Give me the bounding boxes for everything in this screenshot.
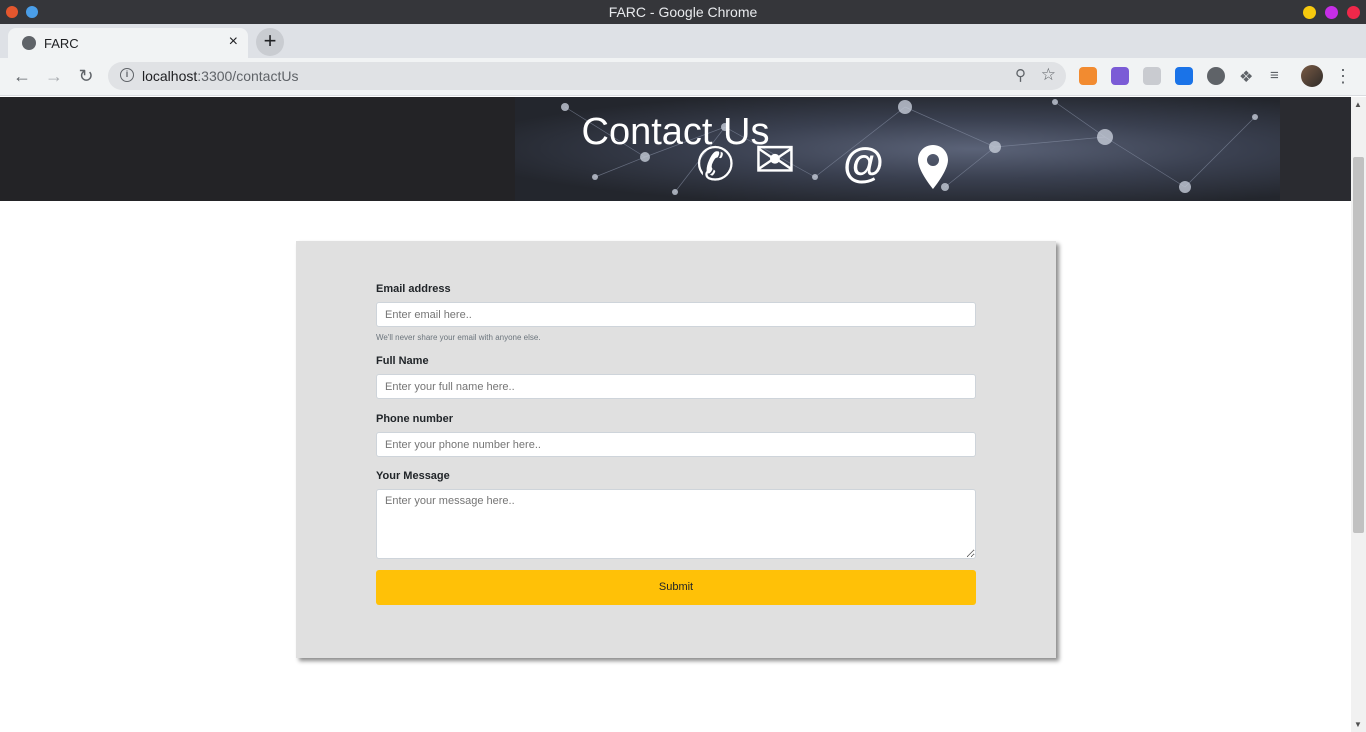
message-field[interactable] xyxy=(376,489,976,559)
name-group: Full Name xyxy=(376,355,976,399)
profile-avatar[interactable] xyxy=(1301,65,1323,87)
window-titlebar: FARC - Google Chrome xyxy=(0,0,1366,24)
scrollbar-thumb[interactable] xyxy=(1353,157,1364,533)
url-host: localhost xyxy=(142,68,198,84)
mail-icon: ✉ xyxy=(754,132,796,188)
phone-label: Phone number xyxy=(376,413,454,425)
window-controls xyxy=(1303,6,1360,19)
chrome-menu-icon[interactable]: ⋮ xyxy=(1334,66,1352,87)
message-group: Your Message xyxy=(376,470,976,559)
phone-group: Phone number xyxy=(376,413,976,457)
reload-button[interactable]: ↻ xyxy=(75,66,97,88)
email-field[interactable] xyxy=(376,302,976,327)
globe-icon xyxy=(22,36,36,50)
zoom-icon[interactable]: ⚲ xyxy=(1015,66,1026,84)
address-bar[interactable]: i localhost:3300/contactUs ⚲ ☆ xyxy=(108,62,1066,90)
back-button[interactable]: ← xyxy=(11,66,33,88)
window-title: FARC - Google Chrome xyxy=(608,4,758,20)
page-scrollbar[interactable]: ▲ ▼ xyxy=(1351,97,1366,732)
bookmark-star-icon[interactable]: ☆ xyxy=(1041,65,1056,85)
extension-icon-5[interactable] xyxy=(1207,67,1225,85)
extension-icon-2[interactable] xyxy=(1111,67,1129,85)
message-label: Your Message xyxy=(376,470,450,482)
email-help-text: We'll never share your email with anyone… xyxy=(376,333,541,342)
contact-form-card: Email address We'll never share your ema… xyxy=(296,241,1056,658)
phone-field[interactable] xyxy=(376,432,976,457)
email-group: Email address We'll never share your ema… xyxy=(376,283,976,342)
tab-title: FARC xyxy=(44,36,79,51)
hero-banner: Contact Us ✆ ✉ @ xyxy=(0,97,1351,201)
forward-button[interactable]: → xyxy=(43,66,65,88)
url-text[interactable]: localhost:3300/contactUs xyxy=(142,68,298,84)
extension-icon-4[interactable] xyxy=(1175,67,1193,85)
email-label: Email address xyxy=(376,283,451,295)
tab-farc[interactable]: FARC × xyxy=(8,28,248,58)
extensions-puzzle-icon[interactable]: ❖ xyxy=(1239,67,1257,86)
new-tab-button[interactable]: + xyxy=(256,28,284,56)
extension-icon-3[interactable] xyxy=(1143,67,1161,85)
location-pin-icon xyxy=(918,145,948,189)
submit-button[interactable]: Submit xyxy=(376,570,976,605)
scroll-up-icon[interactable]: ▲ xyxy=(1354,100,1362,109)
full-name-label: Full Name xyxy=(376,355,429,367)
phone-icon: ✆ xyxy=(696,138,735,190)
full-name-field[interactable] xyxy=(376,374,976,399)
extension-icon-1[interactable] xyxy=(1079,67,1097,85)
page-viewport: Contact Us ✆ ✉ @ Email address We'll nev… xyxy=(0,97,1351,732)
media-queue-icon[interactable]: ≡ xyxy=(1270,67,1288,85)
scroll-down-icon[interactable]: ▼ xyxy=(1354,720,1362,729)
maximize-button[interactable] xyxy=(1325,6,1338,19)
minimize-button[interactable] xyxy=(1303,6,1316,19)
close-window-button[interactable] xyxy=(1347,6,1360,19)
page-title: Contact Us xyxy=(581,111,770,153)
at-icon: @ xyxy=(843,139,884,186)
browser-toolbar: ← → ↻ i localhost:3300/contactUs ⚲ ☆ ❖ ≡… xyxy=(0,58,1366,96)
url-path: :3300/contactUs xyxy=(197,68,299,84)
tab-close-icon[interactable]: × xyxy=(229,33,238,51)
site-info-icon[interactable]: i xyxy=(120,68,134,82)
tab-strip: FARC × + xyxy=(0,24,1366,58)
